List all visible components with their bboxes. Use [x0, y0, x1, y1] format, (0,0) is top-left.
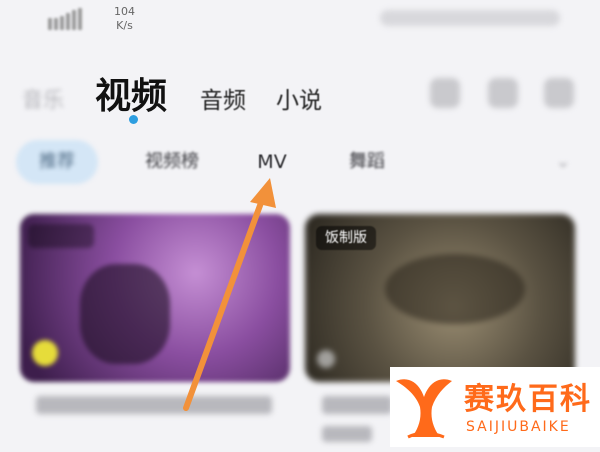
category-video-rank[interactable]: 视频榜	[132, 140, 212, 184]
status-bar: 104 K/s	[0, 0, 600, 40]
status-icons	[380, 10, 560, 26]
play-icon	[317, 350, 335, 368]
category-dance[interactable]: 舞蹈	[342, 140, 392, 184]
watermark: 赛玖百科 SAIJIUBAIKE	[390, 367, 600, 447]
video-thumbnail-1	[80, 264, 170, 364]
category-mv[interactable]: MV	[250, 140, 294, 184]
category-tab-bar: 推荐 视频榜 MV 舞蹈 ⌄	[0, 140, 600, 188]
category-other[interactable]	[440, 140, 490, 184]
network-speed-value: 104	[114, 5, 135, 18]
network-speed: 104 K/s	[114, 5, 135, 33]
tab-audio[interactable]: 音频	[200, 81, 246, 115]
tab-music[interactable]: 音乐	[22, 84, 64, 114]
watermark-name: 赛玖百科	[464, 382, 592, 417]
video-title-2[interactable]	[322, 396, 392, 414]
active-tab-indicator	[129, 115, 138, 124]
card-1-badge	[28, 224, 94, 248]
video-title-1[interactable]	[36, 396, 272, 414]
video-thumbnail-2	[385, 254, 525, 324]
grid-icon[interactable]	[488, 78, 518, 108]
signal-icon	[48, 8, 82, 30]
search-icon[interactable]	[430, 78, 460, 108]
tab-novel[interactable]: 小说	[276, 81, 322, 115]
whale-tail-logo-icon	[396, 379, 452, 439]
more-icon[interactable]	[544, 78, 574, 108]
video-subtitle-2	[322, 426, 372, 442]
network-speed-unit: K/s	[116, 19, 133, 32]
video-card-1[interactable]	[20, 214, 290, 382]
tab-video[interactable]: 视频	[95, 67, 167, 119]
card-2-badge: 饭制版	[316, 226, 376, 250]
avatar	[32, 340, 58, 366]
watermark-latin: SAIJIUBAIKE	[466, 419, 571, 435]
category-recommend[interactable]: 推荐	[16, 140, 98, 184]
category-more-icon[interactable]: ⌄	[548, 140, 578, 184]
